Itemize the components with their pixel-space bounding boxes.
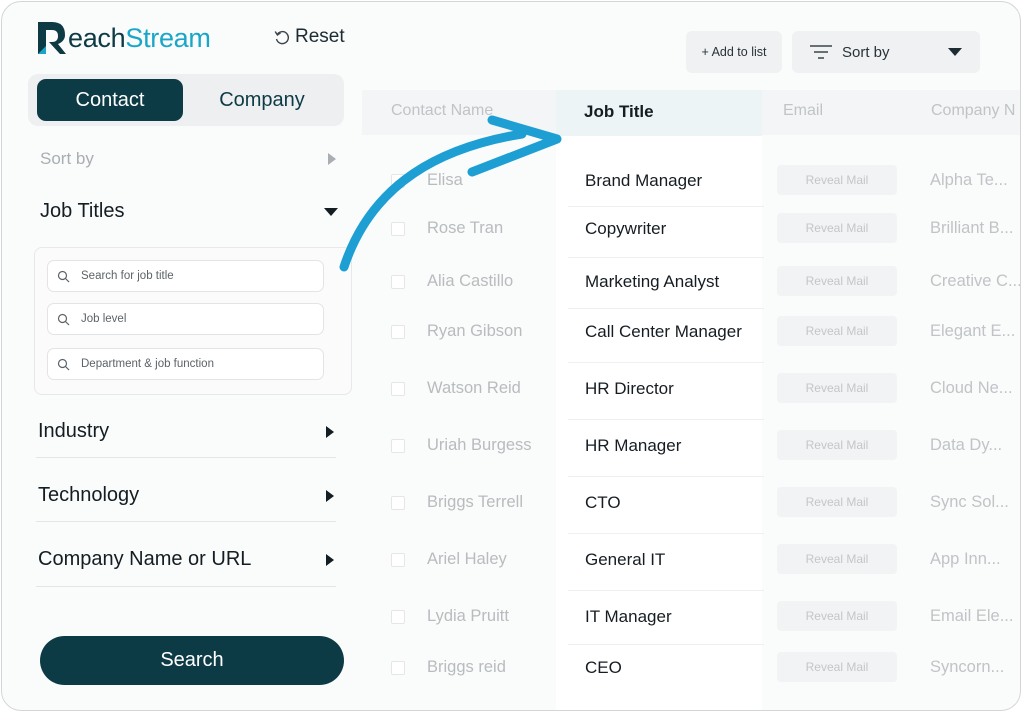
job-title-search-input[interactable]: Search for job title xyxy=(47,260,324,292)
search-icon xyxy=(57,358,70,370)
contact-name-cell[interactable]: Uriah Burgess xyxy=(427,436,532,455)
section-divider xyxy=(36,521,336,522)
job-title-cell: HR Manager xyxy=(585,436,682,455)
section-technology-label: Technology xyxy=(38,484,140,506)
job-title-cell: Call Center Manager xyxy=(585,322,742,341)
sidebar-sort-by-label: Sort by xyxy=(40,149,94,168)
reveal-mail-button[interactable]: Reveal Mail xyxy=(777,213,897,243)
company-cell[interactable]: Alpha Te... xyxy=(930,171,1008,190)
contact-name-cell[interactable]: Lydia Pruitt xyxy=(427,607,509,626)
row-checkbox[interactable] xyxy=(391,382,405,396)
job-title-cell: Marketing Analyst xyxy=(585,272,720,291)
add-to-list-button[interactable]: + Add to list xyxy=(686,31,782,73)
company-cell[interactable]: Syncorn... xyxy=(930,658,1004,677)
search-button[interactable]: Search xyxy=(40,636,344,685)
caret-down-icon xyxy=(948,48,962,56)
contact-name-cell[interactable]: Watson Reid xyxy=(427,379,521,398)
company-cell[interactable]: Creative C... xyxy=(930,272,1020,291)
row-divider xyxy=(568,308,764,309)
reveal-mail-button[interactable]: Reveal Mail xyxy=(777,266,897,296)
job-level-placeholder: Job level xyxy=(81,313,127,325)
section-company-name-url[interactable]: Company Name or URL xyxy=(38,548,334,571)
company-cell[interactable]: Elegant E... xyxy=(930,322,1015,341)
department-placeholder: Department & job function xyxy=(81,358,214,370)
chevron-right-icon xyxy=(326,425,334,438)
brand-name: eachStream xyxy=(68,22,211,53)
section-divider xyxy=(36,586,336,587)
reveal-mail-button[interactable]: Reveal Mail xyxy=(777,487,897,517)
job-title-cell: Copywriter xyxy=(585,219,667,238)
app-frame: eachStream Reset Contact Company Sort by… xyxy=(1,1,1021,711)
reachstream-logo-icon xyxy=(38,22,66,54)
job-title-filters: Search for job title Job level Departmen… xyxy=(34,247,352,395)
brand-logo[interactable]: eachStream xyxy=(36,18,211,58)
job-title-cell: Brand Manager xyxy=(585,171,703,190)
row-checkbox[interactable] xyxy=(391,325,405,339)
row-divider xyxy=(568,533,764,534)
job-title-cell: General IT xyxy=(585,550,666,569)
sidebar-sort-by[interactable]: Sort by xyxy=(40,148,336,170)
row-checkbox[interactable] xyxy=(391,661,405,675)
row-divider xyxy=(568,419,764,420)
section-company-name-url-label: Company Name or URL xyxy=(38,548,252,570)
section-industry[interactable]: Industry xyxy=(38,420,334,443)
column-header-job-title[interactable]: Job Title xyxy=(584,102,654,122)
reveal-mail-button[interactable]: Reveal Mail xyxy=(777,165,897,195)
row-checkbox[interactable] xyxy=(391,439,405,453)
search-icon xyxy=(57,313,70,325)
job-title-cell: CTO xyxy=(585,493,621,512)
reset-button[interactable]: Reset xyxy=(274,26,345,48)
reveal-mail-button[interactable]: Reveal Mail xyxy=(777,316,897,346)
company-cell[interactable]: App Inn... xyxy=(930,550,1001,569)
contact-name-cell[interactable]: Briggs reid xyxy=(427,658,506,677)
section-divider xyxy=(36,457,336,458)
section-technology[interactable]: Technology xyxy=(38,484,334,507)
company-cell[interactable]: Email Ele... xyxy=(930,607,1013,626)
reveal-mail-button[interactable]: Reveal Mail xyxy=(777,652,897,682)
chevron-right-icon xyxy=(326,553,334,566)
row-divider xyxy=(568,476,764,477)
tab-contact[interactable]: Contact xyxy=(37,79,183,121)
contact-name-cell[interactable]: Briggs Terrell xyxy=(427,493,523,512)
job-level-input[interactable]: Job level xyxy=(47,303,324,335)
reveal-mail-button[interactable]: Reveal Mail xyxy=(777,373,897,403)
row-divider xyxy=(568,206,764,207)
company-cell[interactable]: Cloud Ne... xyxy=(930,379,1013,398)
row-divider xyxy=(568,590,764,591)
filter-lines-icon xyxy=(810,45,832,59)
job-title-cell: HR Director xyxy=(585,379,674,398)
curved-arrow-icon xyxy=(339,115,562,272)
search-icon xyxy=(57,270,70,282)
department-input[interactable]: Department & job function xyxy=(47,348,324,380)
company-cell[interactable]: Data Dy... xyxy=(930,436,1002,455)
tab-company[interactable]: Company xyxy=(193,79,331,121)
column-header-email[interactable]: Email xyxy=(783,102,823,120)
row-divider xyxy=(568,644,764,645)
company-cell[interactable]: Brilliant B... xyxy=(930,219,1013,238)
row-divider xyxy=(568,257,764,258)
reveal-mail-button[interactable]: Reveal Mail xyxy=(777,430,897,460)
sort-by-label: Sort by xyxy=(842,43,890,61)
reset-label: Reset xyxy=(295,26,345,47)
refresh-icon xyxy=(274,30,290,45)
row-divider xyxy=(568,362,764,363)
entity-toggle: Contact Company xyxy=(28,74,344,126)
chevron-right-icon xyxy=(326,489,334,502)
company-cell[interactable]: Sync Sol... xyxy=(930,493,1009,512)
section-job-titles[interactable]: Job Titles xyxy=(40,200,338,223)
job-title-search-placeholder: Search for job title xyxy=(81,270,174,282)
contact-name-cell[interactable]: Ryan Gibson xyxy=(427,322,522,341)
job-title-cell: CEO xyxy=(585,658,622,677)
sort-by-dropdown[interactable]: Sort by xyxy=(792,31,980,73)
job-title-cell: IT Manager xyxy=(585,607,672,626)
row-checkbox[interactable] xyxy=(391,553,405,567)
reveal-mail-button[interactable]: Reveal Mail xyxy=(777,544,897,574)
section-industry-label: Industry xyxy=(38,420,110,442)
column-header-company[interactable]: Company N xyxy=(931,102,1015,120)
row-checkbox[interactable] xyxy=(391,496,405,510)
section-job-titles-label: Job Titles xyxy=(40,200,125,222)
reveal-mail-button[interactable]: Reveal Mail xyxy=(777,601,897,631)
row-checkbox[interactable] xyxy=(391,610,405,624)
contact-name-cell[interactable]: Ariel Haley xyxy=(427,550,507,569)
